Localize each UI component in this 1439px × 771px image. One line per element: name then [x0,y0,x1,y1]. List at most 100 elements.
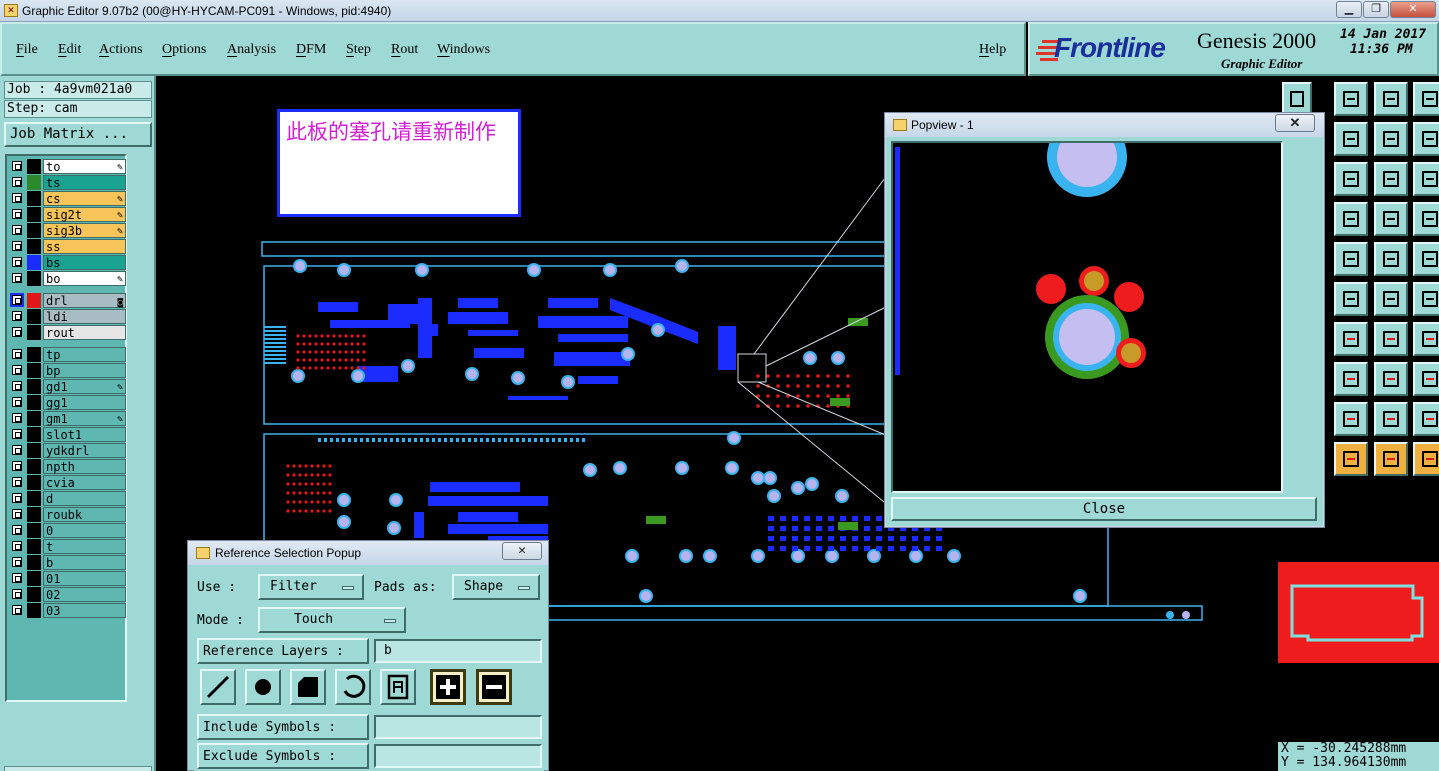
menu-step[interactable]: Step [346,42,371,58]
layer-row-ss[interactable]: ss [9,239,126,254]
tool-draw-button[interactable] [1374,242,1408,276]
layer-color-swatch[interactable] [27,491,41,506]
menu-rout[interactable]: Rout [391,42,418,58]
close-window-button[interactable]: ✕ [1390,1,1436,18]
tool-zoom-button[interactable] [1413,162,1439,196]
layer-color-swatch[interactable] [27,363,41,378]
tool-scale-button[interactable] [1334,202,1368,236]
tool-curve-button[interactable] [1374,402,1408,436]
layer-name[interactable]: drl ◙ [43,293,126,308]
tool-window-button[interactable] [1334,122,1368,156]
add-button[interactable] [430,669,466,705]
shape-arc-button[interactable] [335,669,371,705]
layer-color-swatch[interactable] [27,159,41,174]
layer-row-cvia[interactable]: cvia [9,475,126,490]
tool-copy-button[interactable] [1374,122,1408,156]
layer-color-swatch[interactable] [27,207,41,222]
layer-color-swatch[interactable] [27,223,41,238]
layer-name[interactable]: ts [43,175,126,190]
layer-name[interactable]: slot1 [43,427,126,442]
popview-close-button[interactable]: Close [891,497,1317,521]
layer-color-swatch[interactable] [27,395,41,410]
layer-name[interactable]: b [43,555,126,570]
tool-switch-button[interactable] [1334,162,1368,196]
layer-row-rout[interactable]: rout [9,325,126,340]
tool-hatch-button[interactable] [1374,362,1408,396]
popview-close-x[interactable]: ✕ [1275,114,1315,132]
menu-edit[interactable]: Edit [58,42,81,58]
tool-export-button[interactable] [1334,82,1368,116]
layer-checkbox[interactable] [12,311,22,321]
layer-row-bp[interactable]: bp [9,363,126,378]
tool-select-button[interactable] [1334,442,1368,476]
remove-button[interactable] [476,669,512,705]
tool-help-button[interactable] [1374,202,1408,236]
layer-checkbox[interactable] [12,605,22,615]
layer-name[interactable]: sig3b ✎ [43,223,126,238]
layer-checkbox[interactable] [12,525,22,535]
layer-checkbox[interactable] [12,477,22,487]
side-tool-0-button[interactable] [1282,82,1312,116]
layer-checkbox[interactable] [12,557,22,567]
include-symbols-input[interactable] [374,715,542,739]
layer-color-swatch[interactable] [27,507,41,522]
layer-color-swatch[interactable] [27,523,41,538]
layer-checkbox[interactable] [12,445,22,455]
use-dropdown[interactable]: Filter [258,574,364,600]
layer-checkbox[interactable] [12,413,22,423]
ref-popup-close-x[interactable]: ✕ [502,542,542,560]
mode-dropdown[interactable]: Touch [258,607,406,633]
shape-line-button[interactable] [200,669,236,705]
layer-color-swatch[interactable] [27,347,41,362]
layer-color-swatch[interactable] [27,427,41,442]
maximize-button[interactable]: ❐ [1363,1,1389,18]
layer-checkbox[interactable] [12,589,22,599]
tool-feat-button[interactable] [1413,202,1439,236]
layer-row-03[interactable]: 03 [9,603,126,618]
menu-windows[interactable]: Windows [437,42,490,58]
layer-name[interactable]: gd1 ✎ [43,379,126,394]
layer-row-01[interactable]: 01 [9,571,126,586]
minimize-button[interactable]: ▁ [1336,1,1362,18]
popview-canvas[interactable] [891,117,1283,493]
layer-color-swatch[interactable] [27,175,41,190]
layer-color-swatch[interactable] [27,309,41,324]
layer-checkbox[interactable] [12,257,22,267]
shape-surface-button[interactable] [290,669,326,705]
pads-as-dropdown[interactable]: Shape [452,574,540,600]
layer-name[interactable]: roubk [43,507,126,522]
layer-name[interactable]: cs ✎ [43,191,126,206]
layer-row-sig2t[interactable]: sig2t ✎ [9,207,126,222]
exclude-symbols-input[interactable] [374,744,542,768]
layer-checkbox[interactable] [12,225,22,235]
layer-row-d[interactable]: d [9,491,126,506]
menu-analysis[interactable]: Analysis [227,42,276,58]
reference-layers-input[interactable]: b [374,639,542,663]
layer-row-ldi[interactable]: ldi [9,309,126,324]
layer-row-slot1[interactable]: slot1 [9,427,126,442]
exclude-symbols-button[interactable]: Exclude Symbols : [197,743,369,769]
menu-options[interactable]: Options [162,42,206,58]
layer-name[interactable]: 01 [43,571,126,586]
job-matrix-button[interactable]: Job Matrix ... [4,122,152,147]
layer-row-drl[interactable]: drl ◙ [9,293,126,308]
layer-row-ydkdrl[interactable]: ydkdrl [9,443,126,458]
layer-checkbox[interactable] [12,193,22,203]
layer-name[interactable]: 0 [43,523,126,538]
layer-name[interactable]: bs [43,255,126,270]
layer-name[interactable]: tp [43,347,126,362]
layer-color-swatch[interactable] [27,555,41,570]
tool-import-button[interactable] [1374,82,1408,116]
layer-name[interactable]: cvia [43,475,126,490]
menu-file[interactable]: File [16,42,38,58]
reference-layers-button[interactable]: Reference Layers : [197,638,369,664]
layer-checkbox[interactable] [12,493,22,503]
layer-name[interactable]: sig2t ✎ [43,207,126,222]
layer-row-roubk[interactable]: roubk [9,507,126,522]
layer-row-b[interactable]: b [9,555,126,570]
tool-route-button[interactable] [1413,442,1439,476]
layer-color-swatch[interactable] [27,459,41,474]
layer-name[interactable]: t [43,539,126,554]
layer-color-swatch[interactable] [27,293,41,308]
layer-color-swatch[interactable] [27,255,41,270]
